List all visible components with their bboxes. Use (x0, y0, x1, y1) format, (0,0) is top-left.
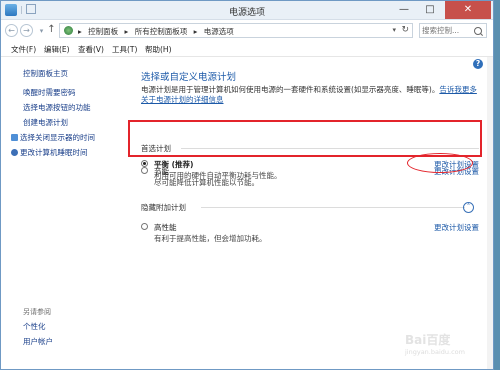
hidden-plans-divider (201, 207, 465, 208)
address-bar-row: ← → ▾ ↑ ▸ 控制面板 ▸ 所有控制面板项 ▸ 电源选项 ▾ ↻ (1, 20, 493, 41)
hidden-plans-label: 隐藏附加计划 (141, 203, 186, 212)
plan-power-saver-radio[interactable] (141, 167, 148, 174)
collapse-chevron-up-icon[interactable]: ˄ (463, 202, 474, 213)
watermark-title: Bai百度 (405, 333, 451, 347)
help-icon[interactable]: ? (473, 59, 483, 69)
breadcrumb-power-options[interactable]: 电源选项 (204, 27, 234, 36)
plan-high-performance-radio[interactable] (141, 223, 148, 230)
address-dropdown-chevron-icon[interactable]: ▾ (392, 26, 396, 34)
highlight-oval-annotation (407, 153, 473, 173)
menu-help[interactable]: 帮助(H) (145, 44, 172, 55)
sidebar-link-display-off[interactable]: 选择关闭显示器的时间 (11, 132, 95, 143)
menu-view[interactable]: 查看(V) (78, 44, 104, 55)
page-title: 选择或自定义电源计划 (141, 72, 237, 83)
sidebar-link-sleep-time[interactable]: 更改计算机睡眠时间 (11, 147, 88, 158)
menu-file[interactable]: 文件(F) (11, 44, 36, 55)
sidebar-link-personalization[interactable]: 个性化 (23, 321, 46, 332)
plan-power-saver-desc: 尽可能降低计算机性能以节能。 (154, 178, 259, 187)
menu-edit[interactable]: 编辑(E) (44, 44, 70, 55)
close-button[interactable]: ✕ (445, 1, 491, 19)
sidebar: 控制面板主页 唤醒时需要密码 选择电源按钮的功能 创建电源计划 选择关闭显示器的… (1, 57, 129, 369)
plan-high-performance[interactable]: 高性能 有利于提高性能，但会增加功耗。 更改计划设置 (141, 221, 479, 245)
breadcrumb-separator[interactable]: ▸ (78, 27, 82, 36)
breadcrumb: ▸ 控制面板 ▸ 所有控制面板项 ▸ 电源选项 (78, 26, 238, 37)
watermark-subtitle: jingyan.baidu.com (405, 348, 465, 356)
address-bar[interactable]: ▸ 控制面板 ▸ 所有控制面板项 ▸ 电源选项 ▾ ↻ (59, 23, 413, 38)
forward-button[interactable]: → (20, 24, 33, 37)
moon-icon (11, 149, 18, 156)
vertical-scrollbar[interactable] (487, 57, 493, 369)
up-button[interactable]: ↑ (45, 24, 58, 37)
refresh-button[interactable]: ↻ (401, 25, 409, 35)
maximize-button[interactable]: □ (417, 1, 443, 19)
plan-high-performance-desc: 有利于提高性能，但会增加功耗。 (154, 234, 267, 243)
sidebar-link-user-accounts[interactable]: 用户帐户 (23, 336, 53, 347)
menu-tools[interactable]: 工具(T) (112, 44, 137, 55)
search-icon[interactable] (474, 27, 482, 35)
see-also-heading: 另请参阅 (23, 308, 51, 316)
search-box[interactable] (419, 23, 487, 38)
description-text: 电源计划是用于管理计算机如何使用电源的一套硬件和系统设置(如显示器亮度、睡眠等)… (141, 85, 440, 94)
baidu-watermark-logo: Bai百度 jingyan.baidu.com (405, 331, 465, 356)
title-bar: 电源选项 — □ ✕ (1, 1, 493, 20)
breadcrumb-separator[interactable]: ▸ (125, 27, 129, 36)
sidebar-link-label: 更改计算机睡眠时间 (20, 148, 88, 157)
breadcrumb-all-items[interactable]: 所有控制面板项 (135, 27, 188, 36)
minimize-button[interactable]: — (391, 1, 417, 19)
sidebar-link-home[interactable]: 控制面板主页 (23, 68, 68, 79)
highlight-box-annotation (128, 120, 482, 157)
menu-bar: 文件(F) 编辑(E) 查看(V) 工具(T) 帮助(H) (1, 42, 493, 57)
page-description: 电源计划是用于管理计算机如何使用电源的一套硬件和系统设置(如显示器亮度、睡眠等)… (141, 85, 477, 105)
sidebar-link-power-button[interactable]: 选择电源按钮的功能 (23, 102, 91, 113)
sidebar-link-wake-password[interactable]: 唤醒时需要密码 (23, 87, 76, 98)
search-input[interactable] (422, 25, 472, 36)
sidebar-link-create-plan[interactable]: 创建电源计划 (23, 117, 68, 128)
main-content: ? 选择或自定义电源计划 电源计划是用于管理计算机如何使用电源的一套硬件和系统设… (129, 57, 493, 369)
breadcrumb-control-panel[interactable]: 控制面板 (88, 27, 118, 36)
plan-high-performance-change-settings-link[interactable]: 更改计划设置 (434, 222, 479, 233)
control-panel-icon (64, 26, 73, 35)
plan-high-performance-name[interactable]: 高性能 (154, 222, 177, 233)
sidebar-link-label: 选择关闭显示器的时间 (20, 133, 95, 142)
plan-power-saver-name[interactable]: 节能 (154, 166, 169, 177)
back-button[interactable]: ← (5, 24, 18, 37)
breadcrumb-separator[interactable]: ▸ (194, 27, 198, 36)
display-icon (11, 134, 18, 141)
power-options-window: 电源选项 — □ ✕ ← → ▾ ↑ ▸ 控制面板 ▸ 所有控制面板项 ▸ 电源… (0, 0, 494, 370)
